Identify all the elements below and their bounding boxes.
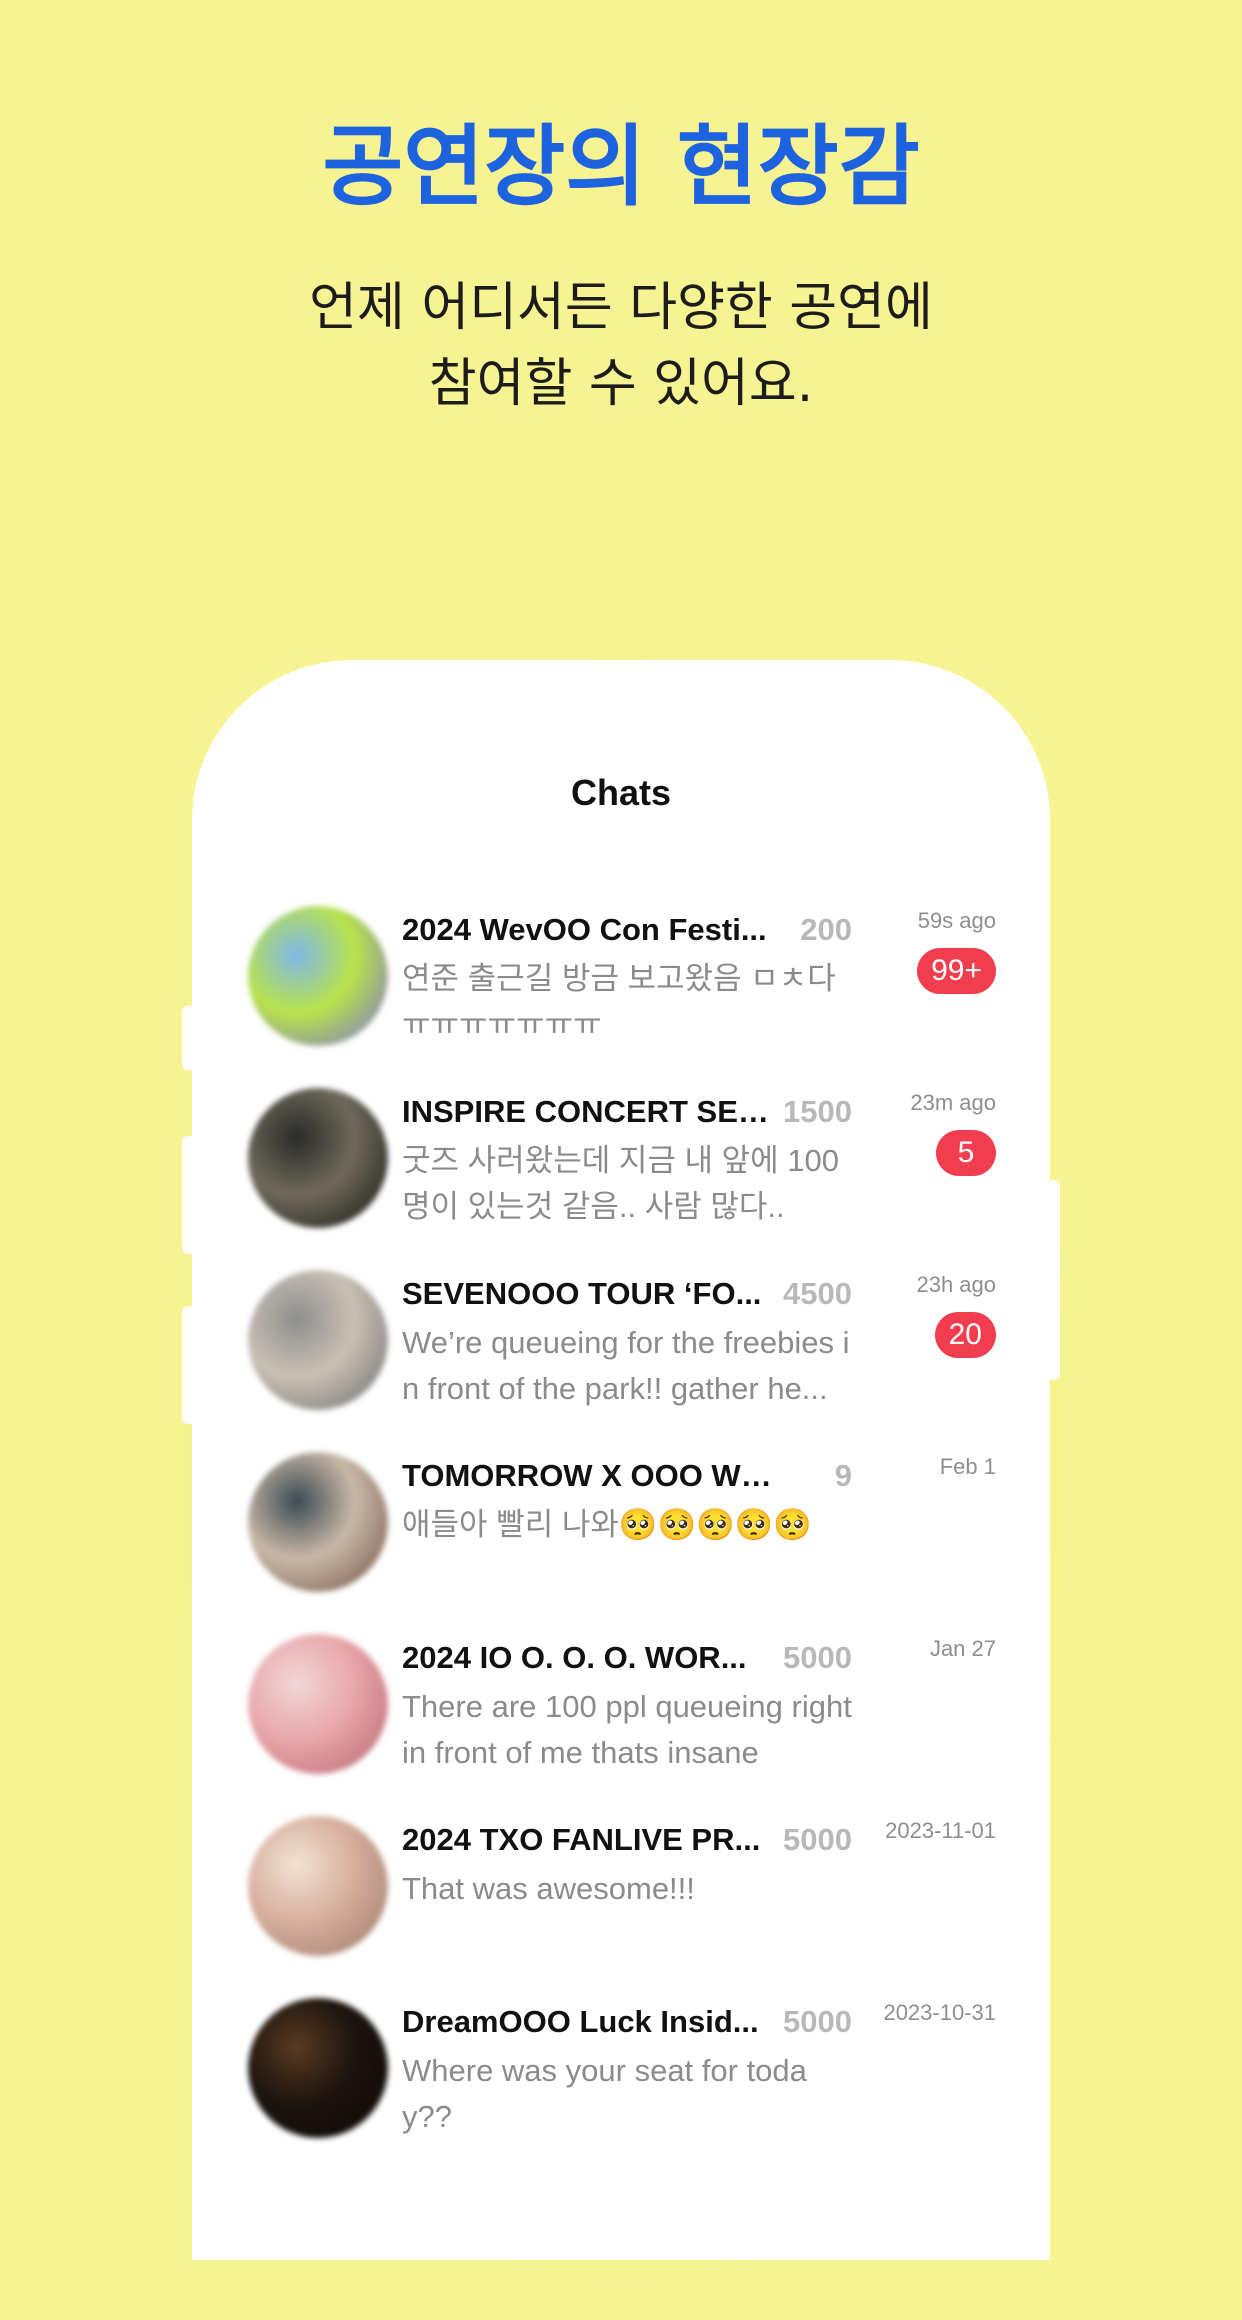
chat-timestamp: 23h ago [916, 1272, 996, 1297]
chat-member-count: 1500 [779, 1092, 852, 1132]
chat-row[interactable]: TOMORROW X OOO WORL... 9 애들아 빨리 나와🥺🥺🥺🥺🥺 Feb… [192, 1452, 1050, 1634]
chat-member-count: 200 [796, 910, 852, 950]
screen-title: Chats [570, 772, 672, 813]
chat-row[interactable]: 2024 TXO FANLIVE PR... 5000 That was aweso… [192, 1816, 1050, 1998]
chat-last-message: 굿즈 사러왔는데 지금 내 앞에 100명이 있는것 같음.. 사람 많다.. [402, 1143, 840, 1224]
chat-avatar [248, 906, 388, 1046]
chat-name: INSPIRE CONCERT SER... [402, 1094, 774, 1129]
chat-row[interactable]: SEVENOOO TOUR ‘FO... 4500 We’re queueing f… [192, 1270, 1050, 1452]
chat-last-message: Where was your seat for today?? [402, 2053, 807, 2134]
chat-avatar [248, 1452, 388, 1592]
chat-member-count: 9 [830, 1456, 852, 1496]
chat-row[interactable]: 2024 IO O. O. O. WOR... 5000 There are 100… [192, 1634, 1050, 1816]
chat-last-message: 연준 출근길 방금 보고왔음 ㅁㅊ다ㅠㅠㅠㅠㅠㅠㅠ [402, 961, 836, 1042]
headline: 공연장의 현장감 [322, 115, 920, 218]
chat-timestamp: 23m ago [910, 1090, 996, 1115]
chat-avatar [248, 1998, 388, 2138]
chat-last-message: We’re queueing for the freebies in front… [402, 1325, 850, 1406]
chat-avatar [248, 1816, 388, 1956]
chat-name: TOMORROW X OOO WORL... [402, 1458, 774, 1493]
unread-badge: 20 [934, 1312, 996, 1358]
chat-avatar [248, 1270, 388, 1410]
chat-timestamp: 2023-11-01 [885, 1818, 996, 1843]
chat-member-count: 5000 [779, 1820, 852, 1860]
phone-frame: Chats 2024 WevOO Con Festi... 200 연준 출근길 방… [192, 660, 1050, 2260]
chat-name: 2024 IO O. O. O. WOR... [402, 1640, 747, 1675]
chat-name: SEVENOOO TOUR ‘FO... [402, 1276, 762, 1311]
chat-last-message: 애들아 빨리 나와🥺🥺🥺🥺🥺 [402, 1507, 812, 1542]
unread-badge: 5 [936, 1130, 996, 1176]
subtitle-line-2: 참여할 수 있어요. [428, 354, 814, 414]
chat-name: 2024 TXO FANLIVE PR... [402, 1822, 761, 1857]
chat-row[interactable]: 2024 WevOO Con Festi... 200 연준 출근길 방금 보고왔음… [192, 906, 1050, 1088]
subtitle-line-1: 언제 어디서든 다양한 공연에 [309, 278, 933, 338]
chat-timestamp: Jan 27 [929, 1636, 996, 1661]
chat-member-count: 5000 [779, 2002, 852, 2042]
chat-list: 2024 WevOO Con Festi... 200 연준 출근길 방금 보고왔음… [192, 906, 1050, 2180]
chat-name: 2024 WevOO Con Festi... [402, 912, 767, 947]
chat-member-count: 5000 [779, 1638, 852, 1678]
chat-avatar [248, 1088, 388, 1228]
chat-last-message: That was awesome!!! [402, 1871, 695, 1906]
chat-name: DreamOOO Luck Insid... [402, 2004, 759, 2039]
chat-avatar [248, 1634, 388, 1774]
chat-row[interactable]: INSPIRE CONCERT SER... 1500 굿즈 사러왔는데 지금 내 … [192, 1088, 1050, 1270]
chat-timestamp: 59s ago [917, 908, 996, 933]
subtitle: 언제 어디서든 다양한 공연에 참여할 수 있어요. [0, 270, 1242, 422]
chat-timestamp: 2023-10-31 [883, 2000, 996, 2025]
chat-timestamp: Feb 1 [939, 1454, 996, 1479]
chat-last-message: There are 100 ppl queueing right in fron… [402, 1689, 852, 1770]
chat-member-count: 4500 [779, 1274, 852, 1314]
unread-badge: 99+ [917, 948, 996, 994]
chat-row[interactable]: DreamOOO Luck Insid... 5000 Where was your… [192, 1998, 1050, 2180]
